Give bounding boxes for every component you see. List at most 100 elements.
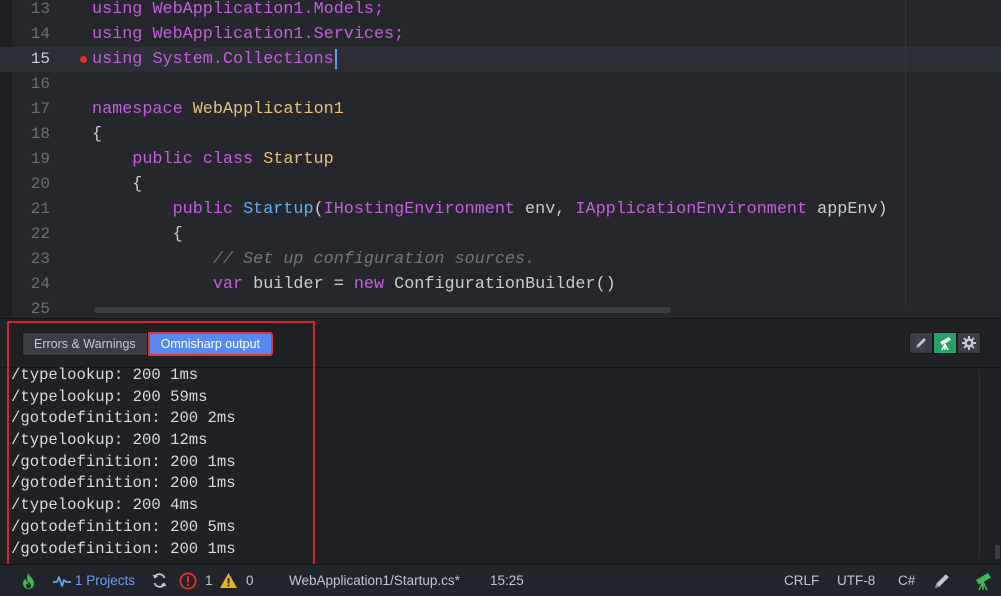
code-text[interactable]: using WebApplication1.Services; bbox=[92, 22, 404, 47]
line-number[interactable]: 15 bbox=[12, 47, 50, 72]
code-token: // Set up configuration sources. bbox=[92, 250, 536, 269]
output-log-line: /typelookup: 200 59ms bbox=[11, 387, 208, 406]
code-token: WebApplication1.Models; bbox=[152, 0, 385, 19]
pencil-icon bbox=[935, 573, 949, 588]
line-number[interactable]: 13 bbox=[12, 0, 50, 22]
code-line[interactable]: 15 using System.Collections bbox=[0, 47, 1001, 72]
vertical-scroll-track bbox=[979, 369, 980, 559]
code-line[interactable]: 21 public Startup(IHostingEnvironment en… bbox=[0, 197, 1001, 222]
code-text[interactable]: namespace WebApplication1 bbox=[92, 97, 344, 122]
horizontal-scrollbar[interactable] bbox=[94, 307, 671, 313]
output-log-line: /typelookup: 200 1ms bbox=[11, 366, 199, 384]
code-text[interactable]: public class Startup bbox=[92, 147, 334, 172]
code-token: using bbox=[92, 0, 153, 19]
status-bar: 1 Projects 1 0 WebApplication1/Startup.c… bbox=[0, 564, 1001, 596]
code-token: ( bbox=[313, 200, 324, 219]
pencil-icon bbox=[916, 338, 926, 348]
errors-indicator[interactable]: 1 bbox=[179, 565, 213, 596]
code-token: { bbox=[92, 175, 143, 194]
warnings-indicator[interactable]: 0 bbox=[219, 565, 254, 596]
output-log-line: /gotodefinition: 200 5ms bbox=[11, 517, 236, 536]
code-token: new bbox=[353, 275, 395, 294]
panel-tabs: Errors & Warnings Omnisharp output bbox=[22, 332, 274, 356]
code-line[interactable]: 18 { bbox=[0, 122, 1001, 147]
code-line[interactable]: 13 using WebApplication1.Models; bbox=[0, 0, 1001, 22]
code-token: var bbox=[92, 275, 254, 294]
line-number[interactable]: 18 bbox=[12, 122, 50, 147]
code-text[interactable]: { bbox=[92, 122, 102, 147]
code-line[interactable]: 20 { bbox=[0, 172, 1001, 197]
code-text[interactable]: var builder = new ConfigurationBuilder() bbox=[92, 272, 616, 297]
breakpoint-icon[interactable] bbox=[80, 56, 87, 63]
warning-icon bbox=[220, 573, 237, 588]
cursor-position[interactable]: 15:25 bbox=[490, 565, 524, 596]
code-token: public bbox=[92, 200, 244, 219]
gear-icon bbox=[962, 336, 976, 350]
code-editor[interactable]: 13 using WebApplication1.Models; 14 using W… bbox=[0, 0, 1001, 318]
code-token: ConfigurationBuilder() bbox=[394, 275, 616, 294]
omnisharp-flame-button[interactable] bbox=[21, 565, 36, 596]
projects-indicator[interactable]: 1 Projects bbox=[52, 565, 135, 596]
code-line[interactable]: 17 namespace WebApplication1 bbox=[0, 97, 1001, 122]
code-token: Startup bbox=[243, 200, 314, 219]
tab-errors-warnings[interactable]: Errors & Warnings bbox=[22, 332, 148, 356]
code-token: { bbox=[92, 225, 183, 244]
text-cursor bbox=[334, 48, 337, 69]
output-panel: Errors & Warnings Omnisharp output /type… bbox=[0, 318, 1001, 564]
line-number[interactable]: 19 bbox=[12, 147, 50, 172]
code-token: using bbox=[92, 50, 153, 69]
line-number[interactable]: 20 bbox=[12, 172, 50, 197]
omnisharp-output-log: /typelookup: 200 1ms/typelookup: 200 59m… bbox=[11, 365, 971, 560]
code-text[interactable]: public Startup(IHostingEnvironment env, … bbox=[92, 197, 888, 222]
telescope-status-button[interactable] bbox=[973, 565, 993, 596]
line-number[interactable]: 21 bbox=[12, 197, 50, 222]
code-text[interactable]: { bbox=[92, 172, 142, 197]
line-number[interactable]: 24 bbox=[12, 272, 50, 297]
panel-toolbar bbox=[909, 332, 981, 354]
output-log-line: /gotodefinition: 200 1ms bbox=[11, 474, 236, 493]
warnings-count: 0 bbox=[246, 573, 254, 588]
line-ending-selector[interactable]: CRLF bbox=[784, 565, 819, 596]
file-path[interactable]: WebApplication1/Startup.cs* bbox=[289, 565, 460, 596]
code-line[interactable]: 16 bbox=[0, 72, 1001, 97]
code-line[interactable]: 23 // Set up configuration sources. bbox=[0, 247, 1001, 272]
code-token: public class bbox=[92, 150, 264, 169]
errors-count: 1 bbox=[205, 573, 213, 588]
code-line[interactable]: 14 using WebApplication1.Services; bbox=[0, 22, 1001, 47]
grammar-selector[interactable]: C# bbox=[898, 565, 915, 596]
code-token: IHostingEnvironment bbox=[323, 200, 515, 219]
line-number[interactable]: 25 bbox=[12, 297, 50, 318]
line-number[interactable]: 23 bbox=[12, 247, 50, 272]
encoding-selector[interactable]: UTF-8 bbox=[837, 565, 875, 596]
code-token: System.Collections bbox=[152, 50, 334, 69]
line-number[interactable]: 16 bbox=[12, 72, 50, 97]
telescope-icon bbox=[940, 337, 951, 351]
output-log-line: /typelookup: 200 4ms bbox=[11, 496, 199, 515]
output-log-line: /gotodefinition: 200 1ms bbox=[11, 539, 236, 558]
code-text[interactable]: using WebApplication1.Models; bbox=[92, 0, 384, 22]
code-line[interactable]: 22 { bbox=[0, 222, 1001, 247]
wrap-guide bbox=[905, 0, 906, 306]
edit-button[interactable] bbox=[933, 565, 951, 596]
code-token: Startup bbox=[263, 150, 334, 169]
code-token: WebApplication1.Services; bbox=[152, 25, 405, 44]
line-number[interactable]: 14 bbox=[12, 22, 50, 47]
line-number[interactable]: 22 bbox=[12, 222, 50, 247]
code-token: IApplicationEnvironment bbox=[575, 200, 808, 219]
code-line[interactable]: 24 var builder = new ConfigurationBuilde… bbox=[0, 272, 1001, 297]
code-token: builder = bbox=[253, 275, 354, 294]
refresh-icon bbox=[152, 573, 167, 588]
code-text[interactable]: { bbox=[92, 222, 183, 247]
code-text[interactable]: using System.Collections bbox=[92, 47, 337, 72]
tab-omnisharp-output[interactable]: Omnisharp output bbox=[147, 332, 274, 356]
pencil-button[interactable] bbox=[909, 332, 933, 354]
settings-button[interactable] bbox=[957, 332, 981, 354]
reload-button[interactable] bbox=[151, 565, 168, 596]
vertical-scrollbar[interactable] bbox=[995, 545, 1000, 559]
code-token: env, bbox=[514, 200, 576, 219]
telescope-button[interactable] bbox=[933, 332, 957, 354]
line-number[interactable]: 17 bbox=[12, 97, 50, 122]
code-text[interactable]: // Set up configuration sources. bbox=[92, 247, 535, 272]
code-line[interactable]: 19 public class Startup bbox=[0, 147, 1001, 172]
code-token: namespace bbox=[92, 100, 193, 119]
